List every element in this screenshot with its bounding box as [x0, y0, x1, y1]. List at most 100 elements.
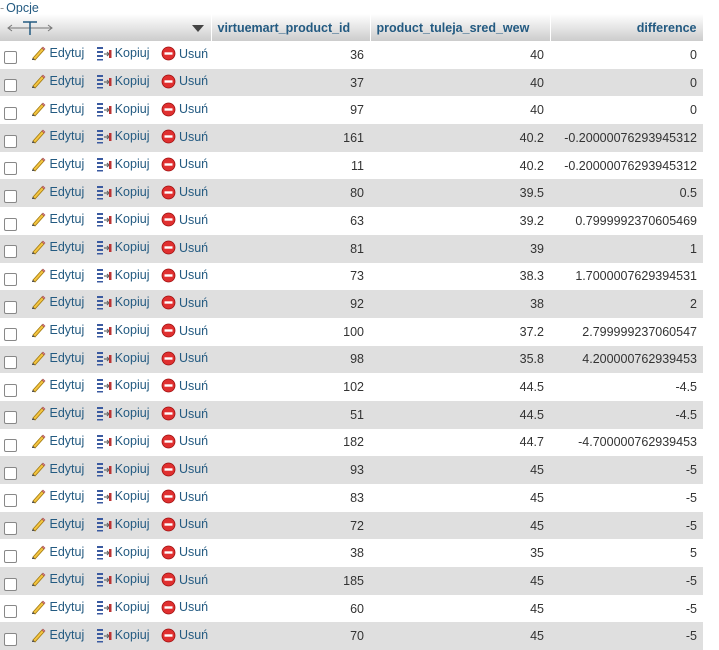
copy-button[interactable]: Kopiuj [96, 571, 149, 587]
edit-button[interactable]: Edytuj [30, 571, 84, 587]
row-checkbox[interactable] [4, 577, 17, 591]
copy-button[interactable]: Kopiuj [96, 544, 149, 560]
row-checkbox[interactable] [4, 328, 17, 342]
row-checkbox[interactable] [4, 106, 17, 120]
delete-button[interactable]: Usuń [161, 628, 208, 643]
copy-button[interactable]: Kopiuj [96, 101, 149, 117]
edit-button[interactable]: Edytuj [30, 461, 84, 477]
sort-dropdown-icon[interactable] [191, 24, 205, 34]
delete-button[interactable]: Usuń [161, 323, 208, 338]
edit-button[interactable]: Edytuj [30, 599, 84, 615]
delete-button[interactable]: Usuń [161, 517, 208, 532]
edit-button[interactable]: Edytuj [30, 294, 84, 311]
copy-button[interactable]: Kopiuj [96, 294, 149, 310]
edit-button[interactable]: Edytuj [30, 184, 84, 200]
edit-button[interactable]: Edytuj [30, 627, 84, 643]
delete-button[interactable]: Usuń [161, 102, 208, 117]
copy-button[interactable]: Kopiuj [96, 267, 149, 283]
copy-icon [96, 462, 112, 477]
delete-button[interactable]: Usuń [161, 406, 208, 421]
edit-button[interactable]: Edytuj [30, 433, 84, 449]
copy-button[interactable]: Kopiuj [96, 45, 149, 61]
delete-button[interactable]: Usuń [161, 129, 208, 144]
copy-label: Kopiuj [114, 129, 150, 144]
edit-button[interactable]: Edytuj [30, 377, 84, 394]
copy-button[interactable]: Kopiuj [96, 516, 149, 532]
delete-button[interactable]: Usuń [161, 351, 208, 366]
edit-button[interactable]: Edytuj [30, 516, 84, 532]
options-link[interactable]: - Opcje [0, 1, 39, 15]
edit-button[interactable]: Edytuj [30, 350, 84, 366]
copy-button[interactable]: Kopiuj [96, 433, 149, 449]
row-checkbox[interactable] [4, 245, 17, 259]
delete-button[interactable]: Usuń [161, 185, 208, 200]
edit-button[interactable]: Edytuj [30, 544, 84, 560]
delete-button[interactable]: Usuń [161, 74, 208, 89]
edit-button[interactable]: Edytuj [30, 239, 84, 255]
copy-button[interactable]: Kopiuj [96, 461, 149, 477]
row-checkbox[interactable] [4, 189, 17, 203]
column-header-difference[interactable]: difference [550, 14, 704, 41]
delete-button[interactable]: Usuń [161, 268, 208, 283]
row-checkbox[interactable] [4, 439, 17, 453]
edit-button[interactable]: Edytuj [30, 211, 84, 227]
options-label[interactable]: Opcje [6, 1, 39, 15]
edit-button[interactable]: Edytuj [30, 322, 84, 338]
delete-button[interactable]: Usuń [161, 295, 208, 310]
column-header-product-id[interactable]: virtuemart_product_id [211, 14, 371, 41]
delete-button[interactable]: Usuń [161, 462, 208, 477]
copy-button[interactable]: Kopiuj [96, 73, 149, 89]
delete-button[interactable]: Usuń [161, 434, 208, 449]
row-checkbox[interactable] [4, 300, 17, 314]
delete-button[interactable]: Usuń [161, 600, 208, 615]
row-checkbox[interactable] [4, 549, 17, 563]
row-checkbox[interactable] [4, 51, 17, 65]
copy-button[interactable]: Kopiuj [96, 211, 149, 227]
copy-button[interactable]: Kopiuj [96, 322, 149, 338]
copy-button[interactable]: Kopiuj [96, 377, 149, 393]
copy-button[interactable]: Kopiuj [96, 599, 149, 615]
row-checkbox[interactable] [4, 134, 17, 148]
edit-button[interactable]: Edytuj [30, 156, 84, 172]
edit-button[interactable]: Edytuj [30, 267, 84, 283]
row-checkbox[interactable] [4, 356, 17, 369]
row-checkbox[interactable] [4, 411, 17, 425]
row-checkbox[interactable] [4, 217, 17, 231]
edit-button[interactable]: Edytuj [30, 128, 84, 144]
row-checkbox[interactable] [4, 162, 17, 176]
row-checkbox[interactable] [4, 272, 17, 286]
copy-button[interactable]: Kopiuj [96, 405, 149, 421]
delete-icon [161, 628, 176, 643]
delete-icon [161, 406, 176, 421]
column-header-tuleja[interactable]: product_tuleja_sred_wew [370, 14, 551, 41]
cell-difference: 0 [550, 41, 703, 69]
row-checkbox[interactable] [4, 383, 17, 397]
edit-button[interactable]: Edytuj [30, 488, 84, 504]
edit-button[interactable]: Edytuj [30, 73, 84, 89]
delete-button[interactable]: Usuń [161, 157, 208, 172]
copy-button[interactable]: Kopiuj [96, 488, 149, 504]
row-checkbox[interactable] [4, 494, 17, 508]
copy-button[interactable]: Kopiuj [96, 184, 149, 200]
copy-button[interactable]: Kopiuj [96, 350, 149, 366]
copy-button[interactable]: Kopiuj [96, 627, 149, 643]
copy-button[interactable]: Kopiuj [96, 128, 150, 144]
column-resize-arrows-icon[interactable] [6, 20, 54, 36]
copy-button[interactable]: Kopiuj [96, 239, 149, 255]
delete-button[interactable]: Usuń [161, 378, 208, 393]
delete-button[interactable]: Usuń [161, 46, 208, 61]
edit-button[interactable]: Edytuj [30, 101, 84, 117]
edit-button[interactable]: Edytuj [30, 45, 84, 61]
delete-button[interactable]: Usuń [161, 572, 208, 587]
row-checkbox[interactable] [4, 605, 17, 619]
delete-button[interactable]: Usuń [161, 489, 208, 504]
delete-button[interactable]: Usuń [161, 212, 208, 227]
copy-button[interactable]: Kopiuj [96, 156, 149, 172]
delete-button[interactable]: Usuń [161, 545, 208, 560]
row-checkbox[interactable] [4, 522, 17, 536]
row-checkbox[interactable] [4, 466, 17, 480]
edit-label: Edytuj [49, 46, 85, 61]
row-checkbox[interactable] [4, 79, 17, 93]
delete-button[interactable]: Usuń [161, 240, 208, 255]
edit-button[interactable]: Edytuj [30, 405, 84, 421]
